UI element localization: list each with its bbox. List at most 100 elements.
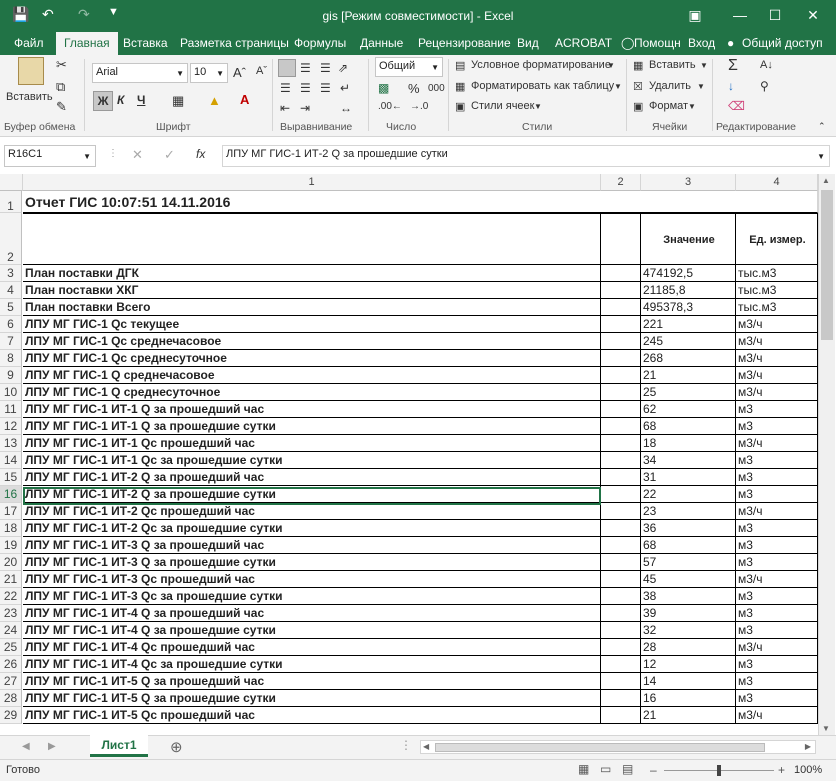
bold-button[interactable]: Ж bbox=[93, 91, 113, 111]
currency-icon[interactable]: ▩ bbox=[378, 81, 389, 95]
row-value-cell[interactable]: 21 bbox=[641, 707, 736, 724]
header-cell-empty[interactable] bbox=[601, 213, 641, 265]
row-value-cell[interactable]: 22 bbox=[641, 486, 736, 503]
row-value-cell[interactable]: 474192,5 bbox=[641, 265, 736, 282]
row-value-cell[interactable]: 16 bbox=[641, 690, 736, 707]
conditional-format-button[interactable]: Условное форматирование bbox=[471, 59, 611, 71]
row-header[interactable]: 16 bbox=[0, 486, 22, 503]
autosum-icon[interactable]: Σ bbox=[728, 57, 738, 75]
sheet-tab-active[interactable]: Лист1 bbox=[90, 735, 148, 757]
paste-button[interactable]: Вставить bbox=[6, 91, 53, 103]
sheet-splitter-icon[interactable]: ⋮ bbox=[400, 738, 412, 752]
row-empty-cell[interactable] bbox=[601, 418, 641, 435]
row-name-cell[interactable]: ЛПУ МГ ГИС-1 ИТ-5 Q за прошедший час bbox=[23, 673, 601, 690]
row-header[interactable]: 1 bbox=[0, 191, 22, 213]
row-unit-cell[interactable]: м3/ч bbox=[736, 571, 818, 588]
row-value-cell[interactable]: 62 bbox=[641, 401, 736, 418]
fill-color-icon[interactable]: ▲ bbox=[208, 93, 221, 108]
prev-sheet-icon[interactable]: ◀ bbox=[22, 741, 30, 752]
row-unit-cell[interactable]: тыс.м3 bbox=[736, 299, 818, 316]
row-unit-cell[interactable]: м3 bbox=[736, 622, 818, 639]
row-header[interactable]: 18 bbox=[0, 520, 22, 537]
header-unit[interactable]: Ед. измер. bbox=[736, 213, 818, 265]
align-left-icon[interactable]: ☰ bbox=[280, 81, 291, 95]
tab-acrobat[interactable]: ACROBAT bbox=[555, 36, 612, 50]
row-unit-cell[interactable]: м3 bbox=[736, 537, 818, 554]
insert-cells-button[interactable]: Вставить bbox=[649, 59, 696, 71]
grow-font-icon[interactable]: Aˆ bbox=[233, 65, 246, 80]
decrease-indent-icon[interactable]: ⇤ bbox=[280, 101, 290, 115]
row-header[interactable]: 28 bbox=[0, 690, 22, 707]
row-unit-cell[interactable]: м3 bbox=[736, 401, 818, 418]
row-header[interactable]: 23 bbox=[0, 605, 22, 622]
row-unit-cell[interactable]: м3/ч bbox=[736, 435, 818, 452]
horizontal-scrollbar[interactable]: ◀ ▶ bbox=[420, 740, 816, 754]
increase-indent-icon[interactable]: ⇥ bbox=[300, 101, 310, 115]
increase-decimal-icon[interactable]: .00← bbox=[378, 101, 402, 112]
row-header[interactable]: 11 bbox=[0, 401, 22, 418]
insert-cells-dropdown-icon[interactable]: ▼ bbox=[700, 61, 708, 70]
row-unit-cell[interactable]: м3/ч bbox=[736, 639, 818, 656]
row-empty-cell[interactable] bbox=[601, 486, 641, 503]
row-header[interactable]: 15 bbox=[0, 469, 22, 486]
row-header[interactable]: 13 bbox=[0, 435, 22, 452]
row-value-cell[interactable]: 495378,3 bbox=[641, 299, 736, 316]
align-top-icon[interactable] bbox=[278, 59, 296, 77]
row-empty-cell[interactable] bbox=[601, 588, 641, 605]
row-name-cell[interactable]: ЛПУ МГ ГИС-1 ИТ-2 Qc прошедший час bbox=[23, 503, 601, 520]
row-empty-cell[interactable] bbox=[601, 639, 641, 656]
row-name-cell[interactable]: ЛПУ МГ ГИС-1 Qc среднесуточное bbox=[23, 350, 601, 367]
formula-input[interactable]: ЛПУ МГ ГИС-1 ИТ-2 Q за прошедшие сутки ▼ bbox=[222, 145, 830, 167]
row-value-cell[interactable]: 57 bbox=[641, 554, 736, 571]
column-header-2[interactable]: 2 bbox=[601, 174, 641, 191]
percent-button[interactable]: % bbox=[408, 81, 420, 96]
tab-help[interactable]: Помощн bbox=[634, 36, 681, 50]
row-unit-cell[interactable]: м3 bbox=[736, 452, 818, 469]
row-header[interactable]: 20 bbox=[0, 554, 22, 571]
minimize-icon[interactable]: — bbox=[725, 4, 755, 26]
row-empty-cell[interactable] bbox=[601, 673, 641, 690]
row-empty-cell[interactable] bbox=[601, 622, 641, 639]
row-value-cell[interactable]: 32 bbox=[641, 622, 736, 639]
row-unit-cell[interactable]: м3/ч bbox=[736, 707, 818, 724]
zoom-in-icon[interactable]: + bbox=[778, 763, 785, 777]
zoom-slider-thumb[interactable] bbox=[717, 765, 721, 776]
insert-cells-icon[interactable]: ▦ bbox=[633, 59, 643, 72]
row-header[interactable]: 17 bbox=[0, 503, 22, 520]
row-empty-cell[interactable] bbox=[601, 282, 641, 299]
delete-cells-button[interactable]: Удалить bbox=[649, 80, 691, 92]
row-header[interactable]: 25 bbox=[0, 639, 22, 656]
row-name-cell[interactable]: ЛПУ МГ ГИС-1 ИТ-1 Q за прошедший час bbox=[23, 401, 601, 418]
row-empty-cell[interactable] bbox=[601, 571, 641, 588]
row-header[interactable]: 7 bbox=[0, 333, 22, 350]
maximize-icon[interactable]: ☐ bbox=[760, 4, 790, 26]
row-value-cell[interactable]: 34 bbox=[641, 452, 736, 469]
row-empty-cell[interactable] bbox=[601, 435, 641, 452]
row-empty-cell[interactable] bbox=[601, 690, 641, 707]
row-empty-cell[interactable] bbox=[601, 299, 641, 316]
conditional-format-icon[interactable]: ▤ bbox=[455, 59, 465, 72]
align-right-icon[interactable]: ☰ bbox=[320, 81, 331, 95]
row-unit-cell[interactable]: м3/ч bbox=[736, 367, 818, 384]
row-name-cell[interactable]: ЛПУ МГ ГИС-1 ИТ-1 Qc за прошедшие сутки bbox=[23, 452, 601, 469]
row-name-cell[interactable]: ЛПУ МГ ГИС-1 ИТ-3 Q за прошедший час bbox=[23, 537, 601, 554]
row-name-cell[interactable]: ЛПУ МГ ГИС-1 ИТ-2 Q за прошедший час bbox=[23, 469, 601, 486]
row-empty-cell[interactable] bbox=[601, 333, 641, 350]
collapse-ribbon-icon[interactable]: ⌃ bbox=[818, 121, 826, 132]
report-title[interactable]: Отчет ГИС 10:07:51 14.11.2016 bbox=[23, 191, 818, 213]
row-empty-cell[interactable] bbox=[601, 537, 641, 554]
zoom-level[interactable]: 100% bbox=[794, 764, 822, 776]
row-value-cell[interactable]: 68 bbox=[641, 418, 736, 435]
row-name-cell[interactable]: ЛПУ МГ ГИС-1 ИТ-3 Q за прошедшие сутки bbox=[23, 554, 601, 571]
row-header[interactable]: 8 bbox=[0, 350, 22, 367]
row-name-cell[interactable]: ЛПУ МГ ГИС-1 ИТ-4 Qc прошедший час bbox=[23, 639, 601, 656]
column-header-1[interactable]: 1 bbox=[23, 174, 601, 191]
fill-icon[interactable]: ↓ bbox=[728, 79, 734, 93]
row-name-cell[interactable]: ЛПУ МГ ГИС-1 ИТ-2 Qc за прошедшие сутки bbox=[23, 520, 601, 537]
row-header[interactable]: 22 bbox=[0, 588, 22, 605]
row-header[interactable]: 24 bbox=[0, 622, 22, 639]
scroll-thumb[interactable] bbox=[821, 190, 833, 340]
tab-review[interactable]: Рецензирование bbox=[418, 36, 511, 50]
tab-view[interactable]: Вид bbox=[517, 36, 539, 50]
row-empty-cell[interactable] bbox=[601, 367, 641, 384]
